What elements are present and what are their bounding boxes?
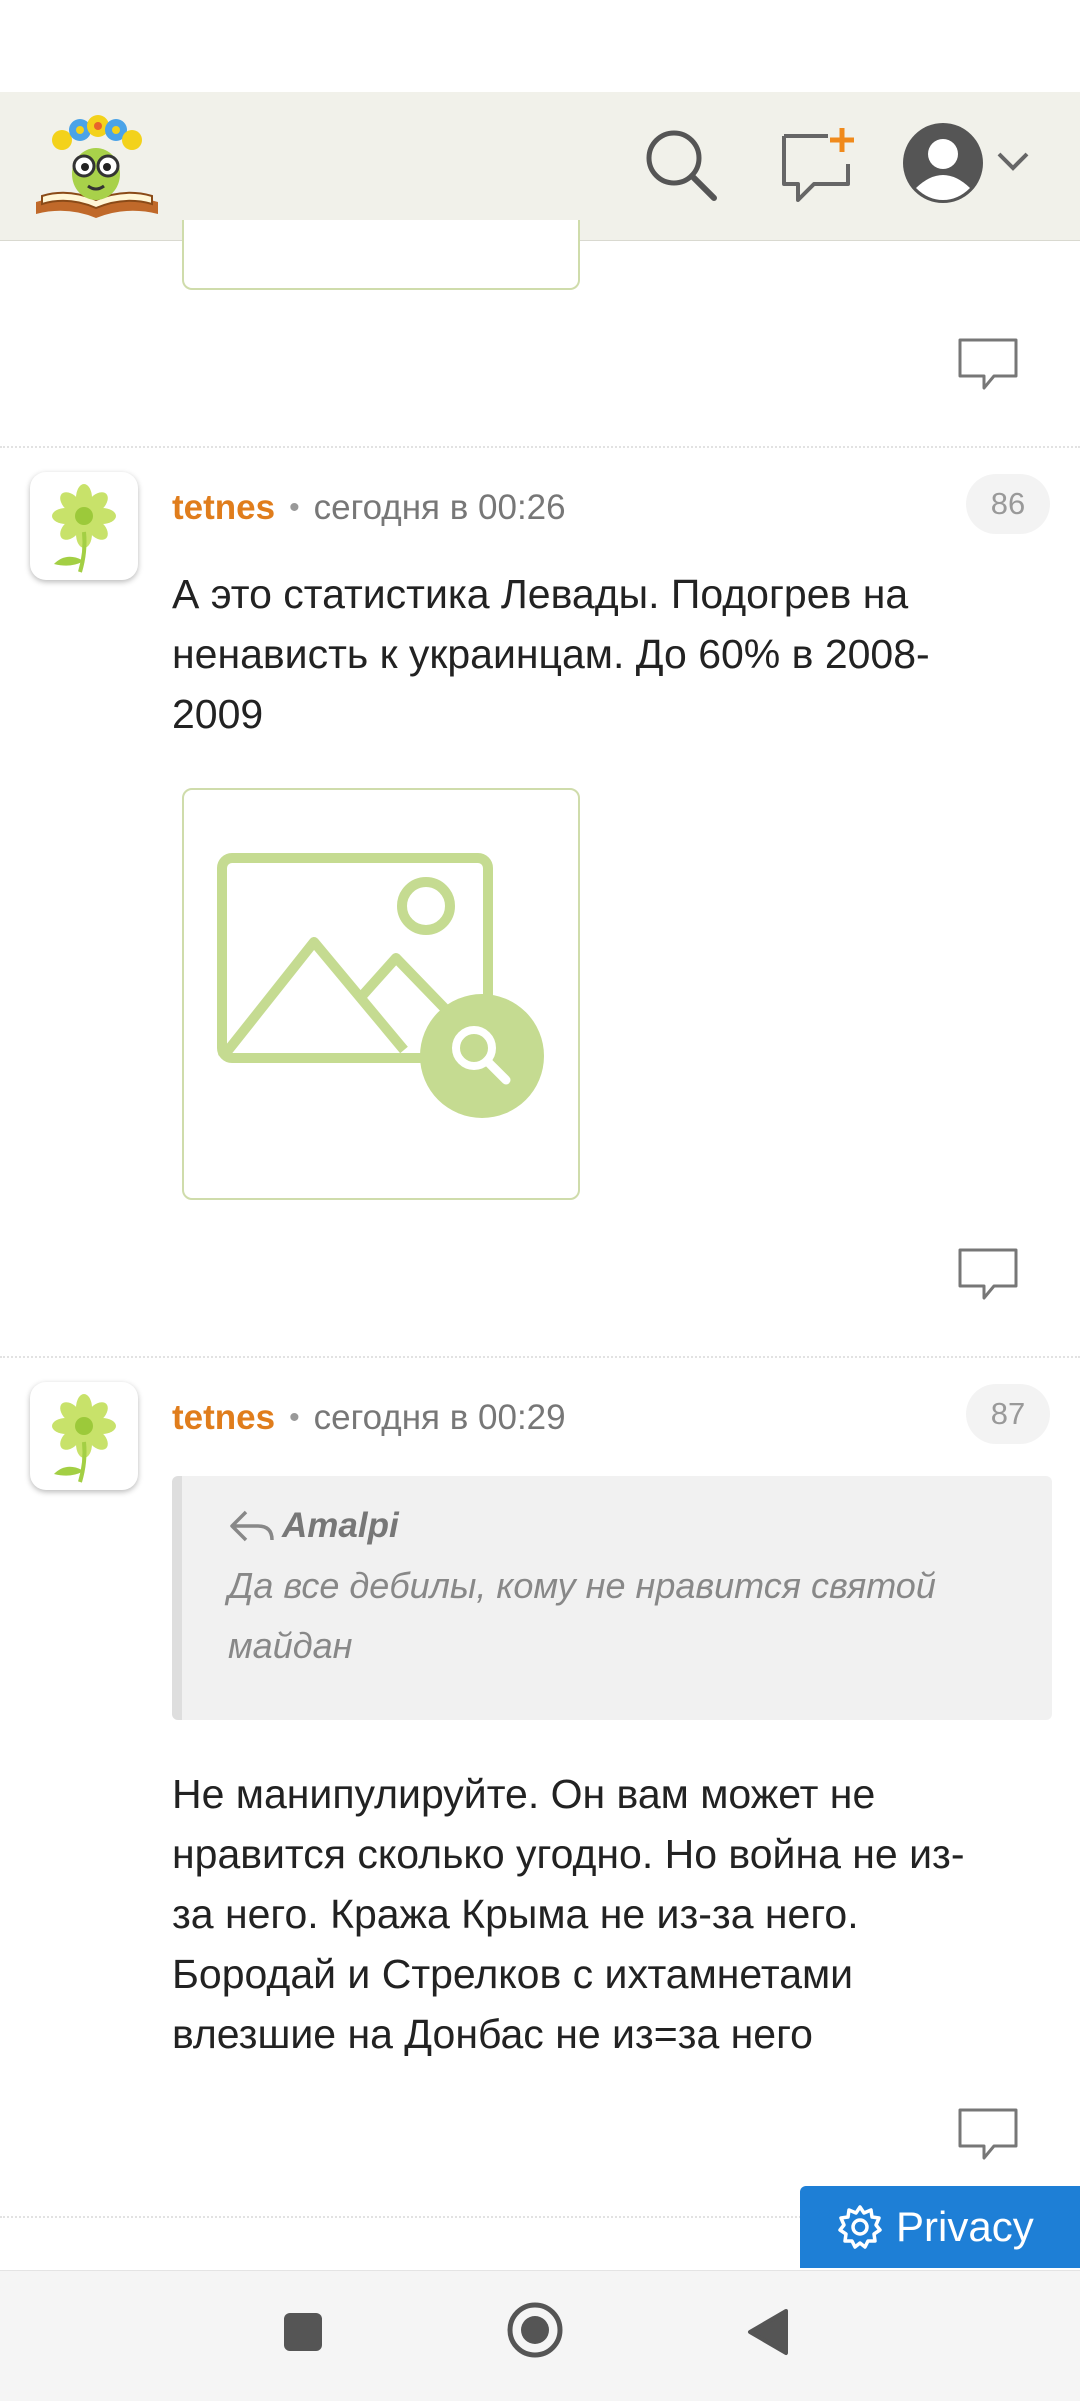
comment-divider xyxy=(0,446,1080,448)
flower-avatar-icon xyxy=(52,484,116,573)
comment-time[interactable]: сегодня в 00:26 xyxy=(314,488,566,528)
comment-time[interactable]: сегодня в 00:29 xyxy=(314,1398,566,1438)
recent-apps-icon[interactable] xyxy=(282,2311,324,2353)
chevron-down-icon[interactable] xyxy=(996,146,1030,176)
quote-author[interactable]: Amalpi xyxy=(282,1506,399,1546)
search-icon[interactable] xyxy=(640,124,724,208)
back-icon[interactable] xyxy=(746,2307,790,2357)
avatar[interactable] xyxy=(30,472,138,580)
gear-icon xyxy=(838,2205,882,2249)
meta-separator: • xyxy=(289,1401,300,1434)
text-line: Бородай и Стрелков с ихтамнетами xyxy=(172,1951,854,1997)
status-bar xyxy=(0,0,1080,92)
new-message-icon[interactable] xyxy=(776,124,860,208)
quote-header: Amalpi xyxy=(228,1498,399,1554)
reply-comment-icon[interactable] xyxy=(956,1246,1020,1302)
comment-divider xyxy=(0,1356,1080,1358)
previous-image-frame[interactable] xyxy=(182,220,580,290)
comment-text: А это статистика Левады. Подогрев на нен… xyxy=(172,564,1032,744)
comment-author[interactable]: tetnes xyxy=(172,488,275,528)
reply-comment-icon[interactable] xyxy=(956,336,1020,392)
quote-text: Да все дебилы, кому не нравится святой м… xyxy=(228,1556,1018,1676)
text-line: за него. Кража Крыма не из-за него. xyxy=(172,1891,859,1937)
privacy-button[interactable]: Privacy xyxy=(800,2186,1080,2268)
flower-avatar-icon xyxy=(52,1394,116,1483)
text-line: ненависть к украинцам. До 60% в 2008- xyxy=(172,631,930,677)
home-icon[interactable] xyxy=(506,2301,564,2359)
comment-meta: tetnes • сегодня в 00:26 xyxy=(172,480,566,536)
comment-meta: tetnes • сегодня в 00:29 xyxy=(172,1390,566,1446)
reply-comment-icon[interactable] xyxy=(956,2106,1020,2162)
comment-number-badge[interactable]: 86 xyxy=(966,474,1050,534)
quote-line: Да все дебилы, кому не нравится святой xyxy=(228,1565,936,1606)
text-line: Не манипулируйте. Он вам может не xyxy=(172,1771,876,1817)
comment-author[interactable]: tetnes xyxy=(172,1398,275,1438)
avatar[interactable] xyxy=(30,1382,138,1490)
image-placeholder[interactable] xyxy=(182,788,580,1200)
comment-number-badge[interactable]: 87 xyxy=(966,1384,1050,1444)
comment-text: Не манипулируйте. Он вам может не нравит… xyxy=(172,1764,1052,2064)
quote-block: Amalpi Да все дебилы, кому не нравится с… xyxy=(172,1476,1052,1720)
privacy-label: Privacy xyxy=(896,2203,1034,2250)
meta-separator: • xyxy=(289,491,300,524)
text-line: нравится сколько угодно. Но война не из- xyxy=(172,1831,965,1877)
text-line: влезшие на Донбас не из=за него xyxy=(172,2011,813,2057)
user-avatar-icon[interactable] xyxy=(898,118,988,208)
image-placeholder-icon xyxy=(217,853,544,1118)
text-line: 2009 xyxy=(172,691,264,737)
reply-arrow-icon xyxy=(230,1510,274,1542)
text-line: А это статистика Левады. Подогрев на xyxy=(172,571,909,617)
site-logo[interactable] xyxy=(32,110,162,220)
system-nav-bar xyxy=(0,2270,1080,2401)
quote-line: майдан xyxy=(228,1625,353,1666)
